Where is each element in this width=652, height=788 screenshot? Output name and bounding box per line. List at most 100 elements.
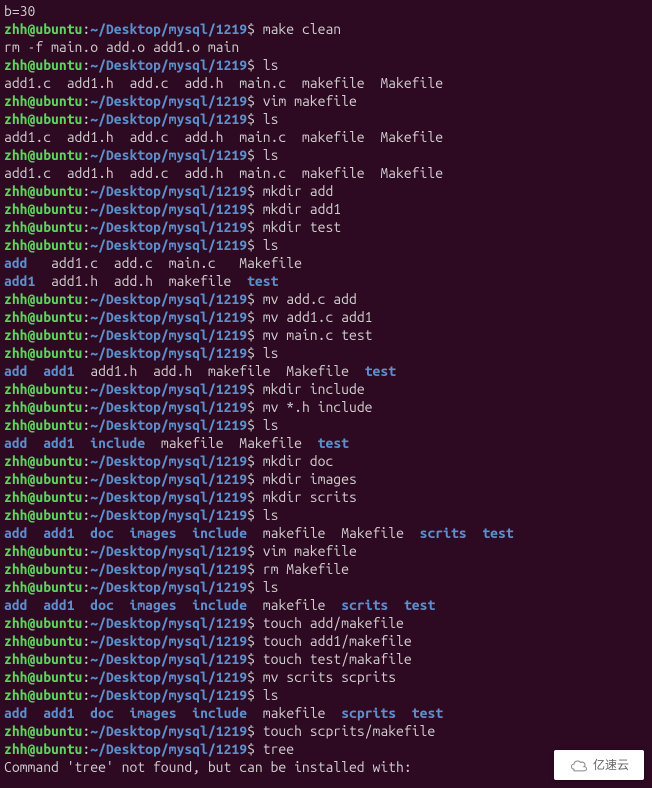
prompt-path: ~/Desktop/mysql/1219 — [90, 111, 247, 127]
prompt-user: zhh@ubuntu — [4, 741, 82, 757]
ls-dir-entry: images — [130, 705, 177, 721]
command-text: tree — [263, 741, 294, 757]
terminal-window[interactable]: b=30zhh@ubuntu:~/Desktop/mysql/1219$ mak… — [0, 0, 652, 778]
ls-dir-entry: images — [130, 525, 177, 541]
prompt-dollar: $ — [247, 633, 263, 649]
prompt-user: zhh@ubuntu — [4, 723, 82, 739]
prompt-path: ~/Desktop/mysql/1219 — [90, 345, 247, 361]
prompt-line: zhh@ubuntu:~/Desktop/mysql/1219$ mkdir t… — [4, 218, 648, 236]
prompt-user: zhh@ubuntu — [4, 687, 82, 703]
prompt-dollar: $ — [247, 381, 263, 397]
command-text: vim makefile — [263, 93, 357, 109]
prompt-path: ~/Desktop/mysql/1219 — [90, 291, 247, 307]
prompt-path: ~/Desktop/mysql/1219 — [90, 615, 247, 631]
prompt-line: zhh@ubuntu:~/Desktop/mysql/1219$ ls — [4, 110, 648, 128]
command-text: ls — [263, 687, 279, 703]
ls-dir-entry: scrits — [341, 597, 388, 613]
prompt-user: zhh@ubuntu — [4, 543, 82, 559]
ls-file-entry — [75, 435, 91, 451]
output-line: add1.c add1.h add.c add.h main.c makefil… — [4, 128, 648, 146]
prompt-path: ~/Desktop/mysql/1219 — [90, 543, 247, 559]
prompt-user: zhh@ubuntu — [4, 309, 82, 325]
prompt-dollar: $ — [247, 561, 263, 577]
ls-dir-entry: test — [247, 273, 278, 289]
prompt-dollar: $ — [247, 147, 263, 163]
command-text: ls — [263, 147, 279, 163]
prompt-path: ~/Desktop/mysql/1219 — [90, 93, 247, 109]
prompt-path: ~/Desktop/mysql/1219 — [90, 651, 247, 667]
prompt-line: zhh@ubuntu:~/Desktop/mysql/1219$ ls — [4, 146, 648, 164]
ls-file-entry — [75, 597, 91, 613]
ls-dir-entry: add1 — [43, 363, 74, 379]
watermark-text: 亿速云 — [593, 756, 629, 774]
prompt-dollar: $ — [247, 687, 263, 703]
prompt-line: zhh@ubuntu:~/Desktop/mysql/1219$ touch s… — [4, 722, 648, 740]
prompt-line: zhh@ubuntu:~/Desktop/mysql/1219$ vim mak… — [4, 92, 648, 110]
prompt-path: ~/Desktop/mysql/1219 — [90, 147, 247, 163]
ls-file-entry — [28, 597, 44, 613]
prompt-dollar: $ — [247, 291, 263, 307]
prompt-line: zhh@ubuntu:~/Desktop/mysql/1219$ vim mak… — [4, 542, 648, 560]
prompt-line: zhh@ubuntu:~/Desktop/mysql/1219$ rm Make… — [4, 560, 648, 578]
prompt-user: zhh@ubuntu — [4, 201, 82, 217]
ls-dir-entry: add1 — [43, 525, 74, 541]
ls-file-entry — [396, 705, 412, 721]
prompt-path: ~/Desktop/mysql/1219 — [90, 471, 247, 487]
prompt-user: zhh@ubuntu — [4, 633, 82, 649]
prompt-path: ~/Desktop/mysql/1219 — [90, 633, 247, 649]
prompt-path: ~/Desktop/mysql/1219 — [90, 309, 247, 325]
ls-dir-entry: include — [192, 705, 247, 721]
prompt-user: zhh@ubuntu — [4, 489, 82, 505]
prompt-line: zhh@ubuntu:~/Desktop/mysql/1219$ ls — [4, 506, 648, 524]
prompt-path: ~/Desktop/mysql/1219 — [90, 561, 247, 577]
prompt-user: zhh@ubuntu — [4, 561, 82, 577]
prompt-dollar: $ — [247, 651, 263, 667]
ls-file-entry: makefile Makefile — [145, 435, 317, 451]
prompt-dollar: $ — [247, 57, 263, 73]
prompt-line: zhh@ubuntu:~/Desktop/mysql/1219$ mv scri… — [4, 668, 648, 686]
prompt-path: ~/Desktop/mysql/1219 — [90, 489, 247, 505]
prompt-user: zhh@ubuntu — [4, 669, 82, 685]
ls-dir-entry: add — [4, 597, 28, 613]
output-line: add1.c add1.h add.c add.h main.c makefil… — [4, 164, 648, 182]
ls-dir-entry: add — [4, 363, 28, 379]
ls-file-entry: makefile — [247, 597, 341, 613]
command-text: ls — [263, 507, 279, 523]
command-text: mv *.h include — [263, 399, 373, 415]
output-line: rm -f main.o add.o add1.o main — [4, 38, 648, 56]
prompt-dollar: $ — [247, 489, 263, 505]
ls-file-entry — [28, 525, 44, 541]
prompt-line: zhh@ubuntu:~/Desktop/mysql/1219$ mkdir i… — [4, 380, 648, 398]
command-text: mkdir images — [263, 471, 357, 487]
prompt-line: zhh@ubuntu:~/Desktop/mysql/1219$ touch t… — [4, 650, 648, 668]
ls-dir-entry: add — [4, 255, 28, 271]
prompt-path: ~/Desktop/mysql/1219 — [90, 507, 247, 523]
prompt-user: zhh@ubuntu — [4, 93, 82, 109]
command-text: ls — [263, 57, 279, 73]
prompt-line: zhh@ubuntu:~/Desktop/mysql/1219$ mv add1… — [4, 308, 648, 326]
command-text: ls — [263, 579, 279, 595]
ls-file-entry — [75, 705, 91, 721]
ls-file-entry: add1.c add.c main.c Makefile — [28, 255, 302, 271]
ls-dir-entry: add — [4, 525, 28, 541]
prompt-line: zhh@ubuntu:~/Desktop/mysql/1219$ ls — [4, 236, 648, 254]
ls-dir-entry: doc — [90, 525, 114, 541]
ls-file-entry — [114, 597, 130, 613]
output-line: Command 'tree' not found, but can be ins… — [4, 758, 648, 776]
ls-dir-entry: test — [404, 597, 435, 613]
prompt-path: ~/Desktop/mysql/1219 — [90, 237, 247, 253]
prompt-path: ~/Desktop/mysql/1219 — [90, 417, 247, 433]
prompt-user: zhh@ubuntu — [4, 111, 82, 127]
ls-file-entry — [467, 525, 483, 541]
prompt-path: ~/Desktop/mysql/1219 — [90, 669, 247, 685]
ls-dir-entry: add1 — [4, 273, 35, 289]
ls-output-line: add add1.c add.c main.c Makefile — [4, 254, 648, 272]
ls-dir-entry: test — [365, 363, 396, 379]
ls-dir-entry: doc — [90, 705, 114, 721]
prompt-path: ~/Desktop/mysql/1219 — [90, 201, 247, 217]
prompt-line: zhh@ubuntu:~/Desktop/mysql/1219$ mv *.h … — [4, 398, 648, 416]
command-text: ls — [263, 417, 279, 433]
prompt-path: ~/Desktop/mysql/1219 — [90, 453, 247, 469]
ls-dir-entry: test — [318, 435, 349, 451]
ls-file-entry — [114, 525, 130, 541]
